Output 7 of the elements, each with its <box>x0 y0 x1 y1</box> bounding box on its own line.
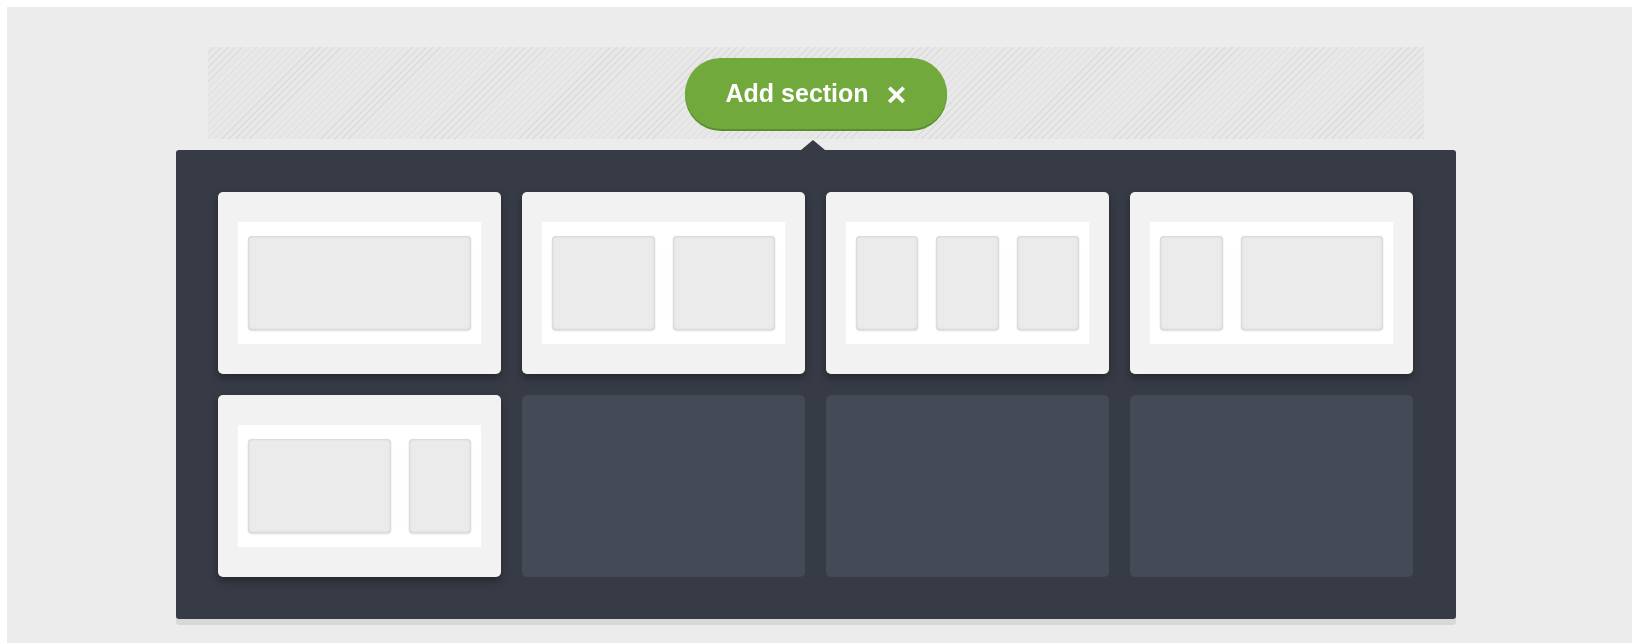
layout-option[interactable] <box>522 192 805 374</box>
layout-option[interactable] <box>826 192 1109 374</box>
layout-option[interactable] <box>218 192 501 374</box>
layout-option[interactable] <box>1130 192 1413 374</box>
layout-option[interactable] <box>218 395 501 577</box>
close-icon[interactable]: × <box>886 76 907 111</box>
add-section-button[interactable]: Add section × <box>685 58 947 129</box>
